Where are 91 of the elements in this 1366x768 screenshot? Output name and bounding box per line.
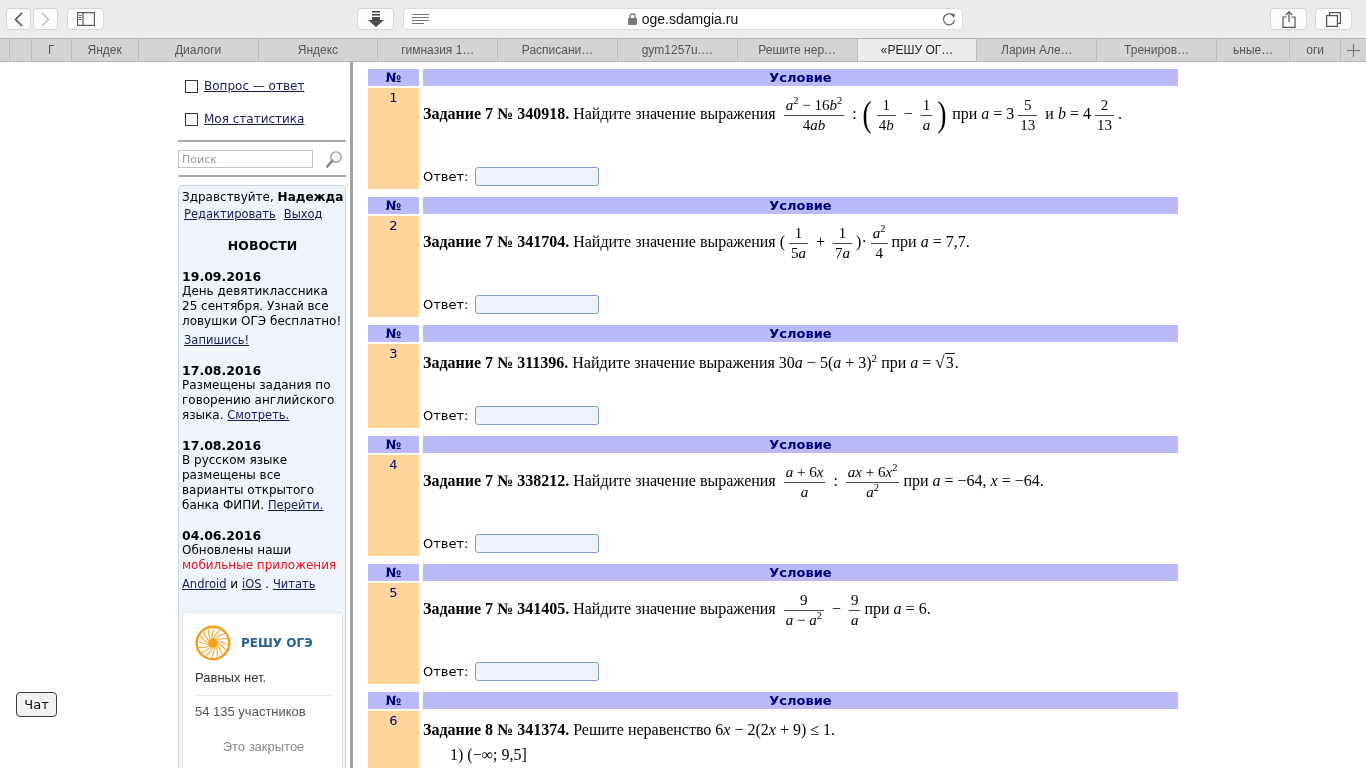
browser-tab[interactable]: Яндекс bbox=[257, 39, 378, 61]
sidebar-icon bbox=[76, 12, 95, 26]
task-number: 4 bbox=[368, 455, 419, 556]
browser-tab[interactable]: гимназия 1… bbox=[377, 39, 498, 61]
chevron-left-icon bbox=[14, 11, 23, 27]
reader-icon[interactable] bbox=[412, 13, 429, 25]
news-link[interactable]: Запишись! bbox=[184, 333, 250, 347]
browser-tab[interactable]: Диалоги bbox=[137, 39, 258, 61]
download-icon bbox=[367, 11, 384, 27]
share-icon bbox=[1281, 10, 1296, 28]
column-heading: Условие bbox=[423, 436, 1178, 453]
answer-label: Ответ: bbox=[423, 663, 469, 681]
answer-label: Ответ: bbox=[423, 407, 469, 425]
sun-logo-icon bbox=[195, 625, 231, 661]
task-statement: Задание 7 № 338212. Найдите значение выражения a + 6x a : ax + 6x$^{2}$ a$^{2}$ при a = −64, x = −64. bbox=[423, 464, 1044, 501]
browser-tab[interactable]: Ларин Але… bbox=[976, 39, 1097, 61]
browser-tab[interactable]: gym1257u.… bbox=[616, 39, 737, 61]
account-link[interactable]: Редактировать bbox=[184, 206, 276, 222]
news-date: 17.08.2016 bbox=[182, 438, 263, 453]
column-heading: Условие bbox=[423, 69, 1178, 86]
browser-tab[interactable]: оги bbox=[1289, 39, 1340, 61]
sidebar-link[interactable]: Вопрос — ответ bbox=[204, 79, 305, 93]
news-heading: НОВОСТИ bbox=[226, 238, 299, 254]
answer-label: Ответ: bbox=[423, 296, 469, 314]
answer-label: Ответ: bbox=[423, 168, 469, 186]
back-button[interactable] bbox=[6, 8, 31, 30]
task-number: 1 bbox=[368, 88, 419, 189]
column-heading: Условие bbox=[423, 325, 1178, 342]
url-text[interactable]: oge.sdamgia.ru bbox=[641, 11, 739, 27]
column-heading: № bbox=[368, 197, 419, 214]
answer-field[interactable] bbox=[475, 406, 600, 425]
browser-tab[interactable]: Расписани… bbox=[497, 39, 617, 61]
news-link[interactable]: Смотреть. bbox=[227, 408, 290, 422]
news-text: Обновлены наши мобильные приложения bbox=[182, 543, 338, 573]
account-link[interactable]: Выход bbox=[283, 206, 323, 222]
answer-field[interactable] bbox=[475, 534, 600, 553]
column-heading: № bbox=[368, 325, 419, 342]
chevron-right-icon bbox=[41, 11, 50, 27]
downloads-button[interactable] bbox=[357, 8, 394, 30]
news-link[interactable]: iOS bbox=[241, 577, 262, 591]
checkbox[interactable] bbox=[185, 79, 198, 93]
answer-field[interactable] bbox=[475, 167, 600, 186]
browser-tab[interactable]: «РЕШУ ОГ… bbox=[856, 39, 977, 61]
column-heading: № bbox=[368, 69, 419, 86]
browser-tab[interactable]: Трениров… bbox=[1096, 39, 1217, 61]
tabs-button[interactable] bbox=[1315, 8, 1352, 30]
brand-name[interactable]: РЕШУ ОГЭ bbox=[241, 636, 313, 650]
column-heading: Условие bbox=[423, 564, 1178, 581]
news-text: День девятиклассника 25 сентября. Узнай все ловушки ОГЭ бесплатно! bbox=[182, 284, 343, 329]
search-field[interactable]: Поиск bbox=[178, 150, 313, 168]
news-link[interactable]: Android bbox=[182, 577, 227, 591]
share-button[interactable] bbox=[1270, 8, 1307, 30]
column-heading: № bbox=[368, 564, 419, 581]
answer-label: Ответ: bbox=[423, 535, 469, 553]
plus-icon bbox=[1347, 43, 1360, 57]
sidebar-link[interactable]: Моя статистика bbox=[204, 112, 305, 126]
news-text: В русском языке размещены все варианты открытого банка ФИПИ. Перейти. bbox=[182, 453, 325, 513]
task-statement: Задание 7 № 311396. Найдите значение выражения 30a − 5(a + 3)$^{2}$ при a = √3. bbox=[423, 353, 959, 373]
column-heading: Условие bbox=[423, 692, 1178, 709]
search-icon[interactable] bbox=[326, 150, 342, 168]
browser-tab[interactable]: ьные… bbox=[1216, 39, 1290, 61]
checkbox[interactable] bbox=[185, 112, 198, 126]
chat-button[interactable]: Чат bbox=[16, 692, 57, 717]
column-heading: Условие bbox=[423, 197, 1178, 214]
sidebar-button[interactable] bbox=[67, 8, 104, 30]
browser-tab[interactable]: Яндек bbox=[70, 39, 138, 61]
news-date: 04.06.2016 bbox=[182, 528, 263, 543]
task-number: 3 bbox=[368, 344, 419, 428]
greeting-text: Здравствуйте, Надежда bbox=[182, 189, 344, 205]
news-text: Android и iOS . Читать bbox=[182, 577, 317, 592]
news-date: 19.09.2016 bbox=[182, 269, 263, 284]
answer-field[interactable] bbox=[475, 295, 600, 314]
tagline-text: Равных нет. bbox=[195, 670, 267, 686]
news-link[interactable]: Читать bbox=[272, 577, 316, 591]
reload-icon[interactable] bbox=[942, 12, 956, 26]
news-link[interactable]: Перейти. bbox=[267, 498, 324, 512]
task-number: 6 bbox=[368, 711, 419, 768]
member-count: 54 135 участников bbox=[195, 704, 306, 720]
task-number: 5 bbox=[368, 583, 419, 684]
news-text: Размещены задания по говорению английского языка. Смотреть. bbox=[182, 378, 336, 423]
column-heading: № bbox=[368, 692, 419, 709]
tabs-icon bbox=[1326, 11, 1341, 27]
answer-option: 1) (−∞; 9,5] bbox=[450, 746, 527, 763]
task-statement: Задание 8 № 341374. Решите неравенство 6x − 2(2x + 9) ≤ 1. bbox=[423, 720, 836, 740]
answer-field[interactable] bbox=[475, 662, 600, 681]
column-heading: № bbox=[368, 436, 419, 453]
task-number: 2 bbox=[368, 216, 419, 317]
browser-tab[interactable]: Решите нер… bbox=[736, 39, 857, 61]
card-note: Это закрытое bbox=[222, 739, 305, 755]
browser-tab[interactable]: Г bbox=[31, 39, 71, 61]
news-date: 17.08.2016 bbox=[182, 363, 263, 378]
